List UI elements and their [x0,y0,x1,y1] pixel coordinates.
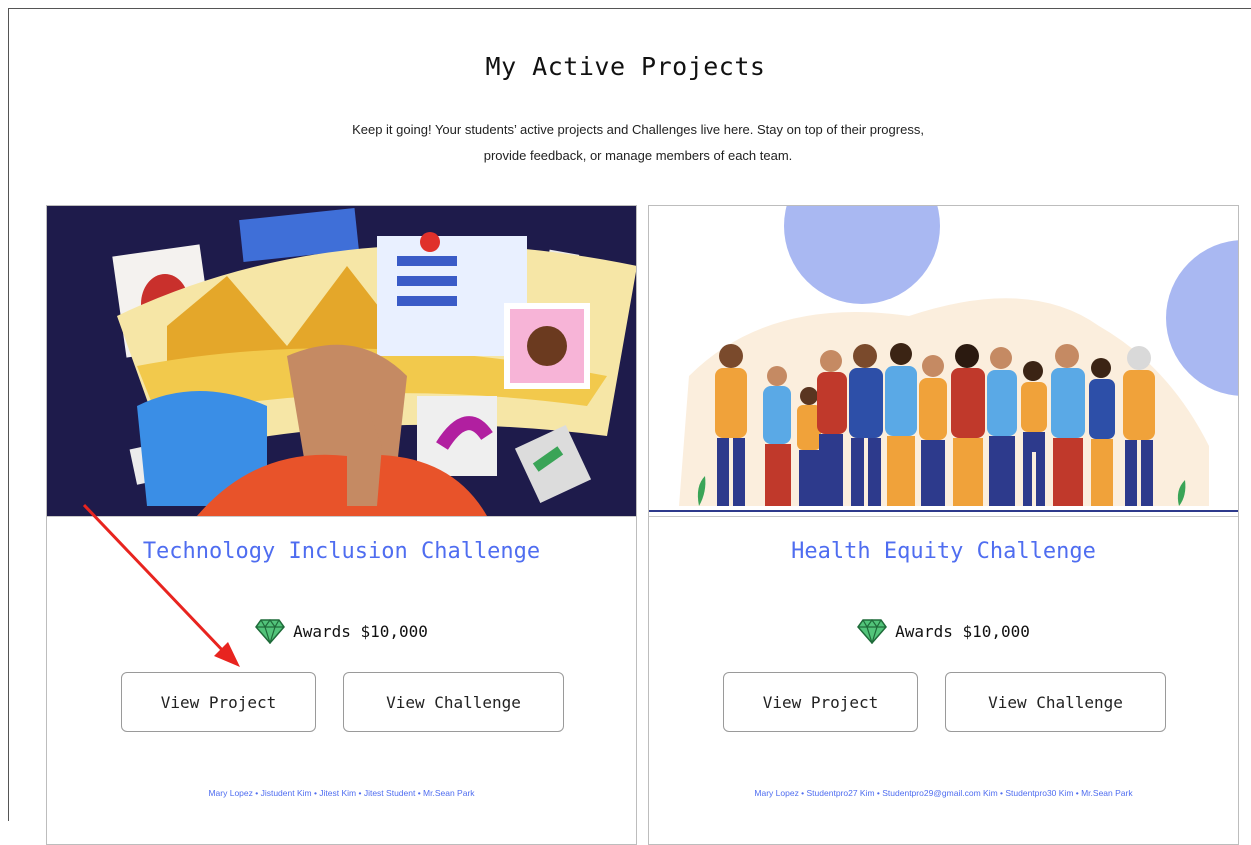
award-row: Awards $10,000 [47,618,636,644]
page-subtitle-line-1: Keep it going! Your students’ active pro… [352,122,924,137]
view-project-button[interactable]: View Project [121,672,316,732]
award-amount: Awards $10,000 [895,621,1030,641]
team-members[interactable]: Mary Lopez • Studentpro27 Kim • Studentp… [649,788,1238,798]
project-card-image [47,206,636,517]
project-card-health-equity: Health Equity Challenge Awards $10,000 V… [648,205,1239,845]
view-challenge-button[interactable]: View Challenge [945,672,1166,732]
card-title[interactable]: Technology Inclusion Challenge [47,539,636,564]
view-challenge-button[interactable]: View Challenge [343,672,564,732]
diamond-icon [255,618,286,644]
page-subtitle-line-2: provide feedback, or manage members of e… [483,148,793,163]
card-title[interactable]: Health Equity Challenge [649,539,1238,564]
project-card-image [649,206,1238,517]
award-row: Awards $10,000 [649,618,1238,644]
award-amount: Awards $10,000 [293,621,428,641]
team-members[interactable]: Mary Lopez • Jistudent Kim • Jitest Kim … [47,788,636,798]
page-subtitle: Keep it going! Your students’ active pro… [238,117,1038,169]
project-card-technology-inclusion: Technology Inclusion Challenge Awards $1… [46,205,637,845]
diamond-icon [857,618,888,644]
technology-illustration [47,206,636,516]
view-project-button[interactable]: View Project [723,672,918,732]
page-title: My Active Projects [485,52,766,81]
health-equity-illustration [649,206,1238,516]
